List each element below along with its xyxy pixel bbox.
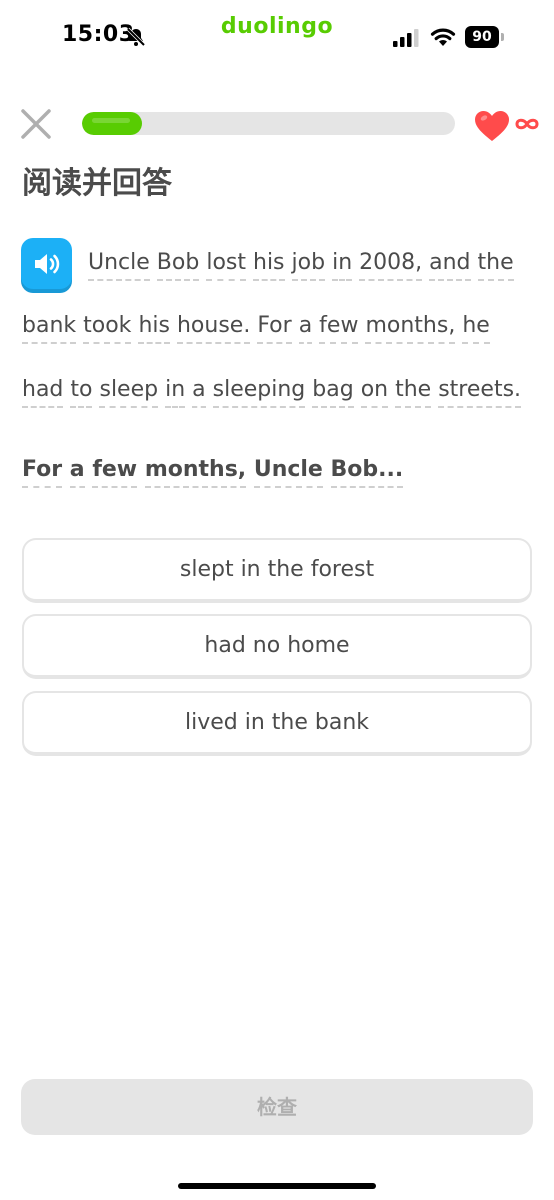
passage-line-2: bank took his house. For a few months, h… [22, 313, 490, 344]
page-title: 阅读并回答 [22, 166, 172, 201]
answer-option[interactable]: lived in the bank [22, 691, 532, 756]
passage-word[interactable]: he [462, 313, 490, 344]
answer-option[interactable]: had no home [22, 614, 532, 679]
passage-word[interactable]: a [298, 313, 313, 344]
question-prompt: For a few months, Uncle Bob... [22, 457, 404, 488]
check-button[interactable]: 检查 [21, 1079, 533, 1135]
answer-option[interactable]: slept in the forest [22, 538, 532, 603]
passage-word[interactable]: in [332, 250, 353, 281]
passage-word[interactable]: had [22, 377, 64, 408]
lesson-progress-fill [82, 112, 142, 135]
passage-word[interactable]: months, [365, 313, 456, 344]
passage-word[interactable]: to [70, 377, 93, 408]
question-word[interactable]: For [22, 457, 63, 488]
battery-level: 90 [465, 26, 499, 48]
wifi-icon [430, 28, 456, 46]
home-indicator[interactable] [178, 1183, 376, 1189]
battery-icon: 90 [465, 26, 505, 48]
passage-word[interactable]: Uncle [88, 250, 150, 281]
battery-cap [501, 33, 504, 41]
passage-line-3: had to sleep in a sleeping bag on the st… [22, 377, 522, 408]
passage-word[interactable]: bag [312, 377, 354, 408]
passage-word[interactable]: lost [206, 250, 246, 281]
status-bar: 15:03 duolingo 90 [0, 0, 554, 70]
passage-line-1: Uncle Bob lost his job in 2008, and the [88, 250, 514, 281]
passage-word[interactable]: job [291, 250, 326, 281]
passage-word[interactable]: and [429, 250, 471, 281]
speaker-icon [35, 254, 60, 274]
lesson-progress-bar [82, 112, 455, 135]
question-word[interactable]: Bob... [330, 457, 404, 488]
progress-shine [92, 118, 130, 123]
passage-word[interactable]: few [319, 313, 359, 344]
passage-word[interactable]: sleep [99, 377, 159, 408]
passage-word[interactable]: bank [22, 313, 77, 344]
passage-word[interactable]: the [395, 377, 432, 408]
passage-word[interactable]: streets. [438, 377, 522, 408]
close-icon[interactable] [18, 106, 54, 142]
passage-word[interactable]: Bob [156, 250, 200, 281]
passage-word[interactable]: the [477, 250, 514, 281]
passage-word[interactable]: in [165, 377, 186, 408]
passage-word[interactable]: sleeping [212, 377, 306, 408]
passage-word[interactable]: For [257, 313, 292, 344]
heart-icon[interactable] [474, 110, 510, 142]
passage-word[interactable]: house. [176, 313, 251, 344]
play-audio-button[interactable] [21, 238, 72, 289]
passage-word[interactable]: 2008, [359, 250, 423, 281]
question-word[interactable]: months, [144, 457, 247, 488]
infinity-icon [515, 118, 539, 130]
passage-word[interactable]: a [192, 377, 206, 408]
question-word[interactable]: a [69, 457, 85, 488]
signal-icon [393, 29, 419, 47]
passage-word[interactable]: his [253, 250, 285, 281]
passage-word[interactable]: on [360, 377, 389, 408]
passage-word[interactable]: his [138, 313, 170, 344]
passage-word[interactable]: took [83, 313, 132, 344]
question-word[interactable]: Uncle [253, 457, 323, 488]
question-word[interactable]: few [92, 457, 138, 488]
